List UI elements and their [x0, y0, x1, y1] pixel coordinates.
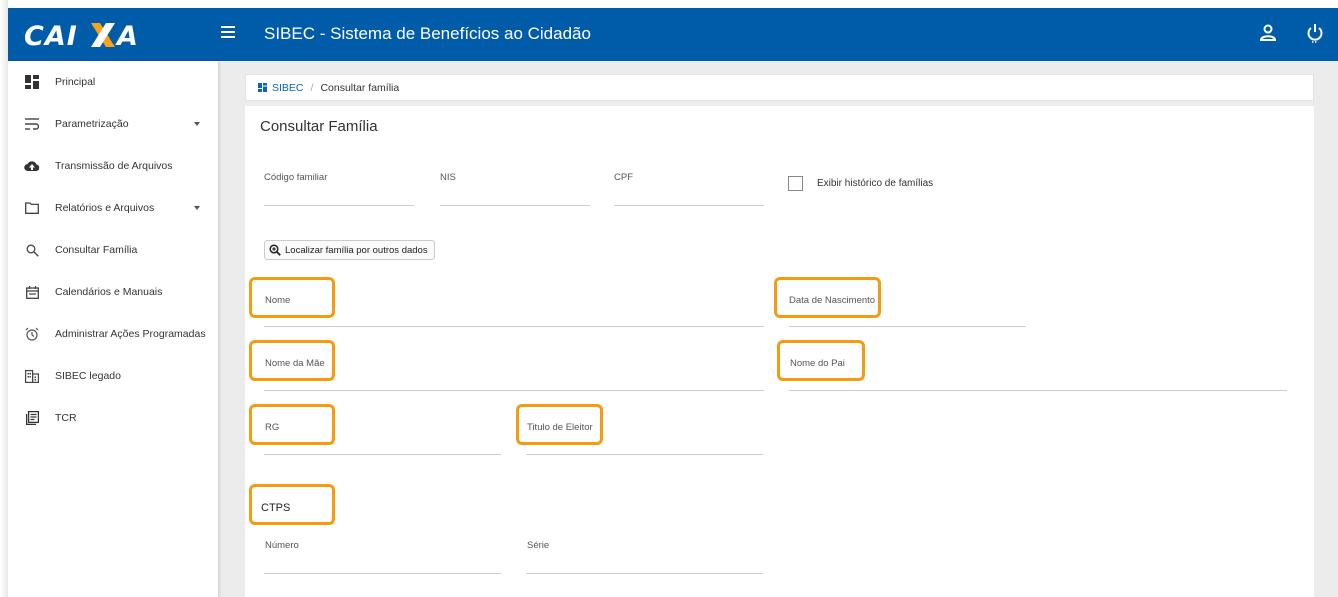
search-other-data-button[interactable]: Localizar família por outros dados [264, 240, 435, 260]
sidebar-item-label: Administrar Ações Programadas [55, 328, 206, 340]
history-checkbox-label: Exibir histórico de famílias [817, 178, 934, 189]
sidebar-item-acoes-programadas[interactable]: Administrar Ações Programadas [8, 319, 218, 349]
codigo-familiar-label: Código familiar [264, 172, 328, 183]
sidebar-item-sibec-legado[interactable]: SIBEC legado [8, 361, 218, 391]
highlight-box [516, 404, 603, 445]
document-list-icon [24, 410, 40, 426]
sidebar-item-parametrizacao[interactable]: Parametrização [8, 109, 218, 139]
top-bar: CAI A SIBEC - Sistema de Benefícios ao C… [8, 8, 1338, 61]
main-card: Consultar Família Código familiar NIS CP… [245, 106, 1314, 597]
data-nascimento-input[interactable] [789, 326, 1026, 327]
calendar-icon [24, 284, 40, 300]
breadcrumb-current: Consultar família [320, 81, 400, 94]
chevron-down-icon [194, 122, 200, 126]
svg-text:CAI: CAI [24, 21, 78, 52]
cpf-label: CPF [614, 172, 633, 183]
search-other-data-label: Localizar família por outros dados [285, 244, 428, 256]
sidebar-item-label: Relatórios e Arquivos [55, 202, 155, 214]
dashboard-icon [258, 83, 267, 92]
app-title: SIBEC - Sistema de Benefícios ao Cidadão [264, 24, 591, 43]
user-icon[interactable] [1258, 23, 1278, 43]
folder-icon [24, 200, 40, 216]
sidebar-item-label: Principal [55, 76, 96, 88]
sidebar-item-principal[interactable]: Principal [8, 67, 218, 97]
caixa-logo: CAI A [24, 21, 138, 52]
sidebar: Principal Parametrização Transmissão de … [8, 61, 218, 597]
cloud-upload-icon [24, 158, 40, 174]
dashboard-icon [24, 74, 40, 90]
building-icon [24, 368, 40, 384]
titulo-eleitor-input[interactable] [526, 454, 763, 455]
zoom-in-icon [269, 244, 281, 256]
nome-pai-input[interactable] [789, 390, 1287, 391]
ctps-numero-input[interactable] [264, 573, 501, 574]
sidebar-item-calendarios[interactable]: Calendários e Manuais [8, 277, 218, 307]
search-icon [24, 242, 40, 258]
highlight-box [249, 340, 335, 381]
sidebar-item-consultar-familia[interactable]: Consultar Família [8, 235, 218, 265]
alarm-clock-icon [24, 326, 40, 342]
sidebar-item-label: Transmissão de Arquivos [55, 160, 173, 172]
app-window: CAI A SIBEC - Sistema de Benefícios ao C… [8, 8, 1338, 597]
nis-input[interactable] [440, 205, 590, 206]
nis-label: NIS [440, 172, 456, 183]
wrap-text-icon [24, 116, 40, 132]
breadcrumb-separator: / [310, 81, 314, 94]
history-checkbox[interactable] [788, 176, 803, 191]
breadcrumb: SIBEC / Consultar família [245, 74, 1314, 101]
menu-toggle-button[interactable] [221, 26, 237, 40]
sidebar-item-transmissao[interactable]: Transmissão de Arquivos [8, 151, 218, 181]
sidebar-item-label: Consultar Família [55, 244, 138, 256]
codigo-familiar-input[interactable] [264, 205, 414, 206]
breadcrumb-root-link[interactable]: SIBEC [272, 82, 304, 94]
svg-text:A: A [115, 21, 138, 52]
sidebar-item-relatorios[interactable]: Relatórios e Arquivos [8, 193, 218, 223]
highlight-box [774, 277, 881, 318]
chevron-down-icon [194, 206, 200, 210]
highlight-box [249, 277, 335, 318]
power-icon[interactable] [1305, 22, 1325, 44]
page-title: Consultar Família [260, 118, 378, 135]
sidebar-item-label: TCR [55, 412, 77, 424]
ctps-serie-label: Série [527, 540, 550, 551]
sidebar-item-tcr[interactable]: TCR [8, 403, 218, 433]
window-shadow [0, 0, 8, 597]
highlight-box [249, 484, 335, 525]
sidebar-item-label: Calendários e Manuais [55, 286, 163, 298]
ctps-serie-input[interactable] [526, 573, 763, 574]
sidebar-item-label: SIBEC legado [55, 370, 121, 382]
rg-input[interactable] [264, 454, 501, 455]
nome-input[interactable] [264, 326, 764, 327]
highlight-box [777, 340, 865, 381]
cpf-input[interactable] [614, 205, 764, 206]
sidebar-item-label: Parametrização [55, 118, 129, 130]
nome-mae-input[interactable] [264, 390, 764, 391]
highlight-box [249, 404, 335, 445]
ctps-numero-label: Número [265, 540, 299, 551]
